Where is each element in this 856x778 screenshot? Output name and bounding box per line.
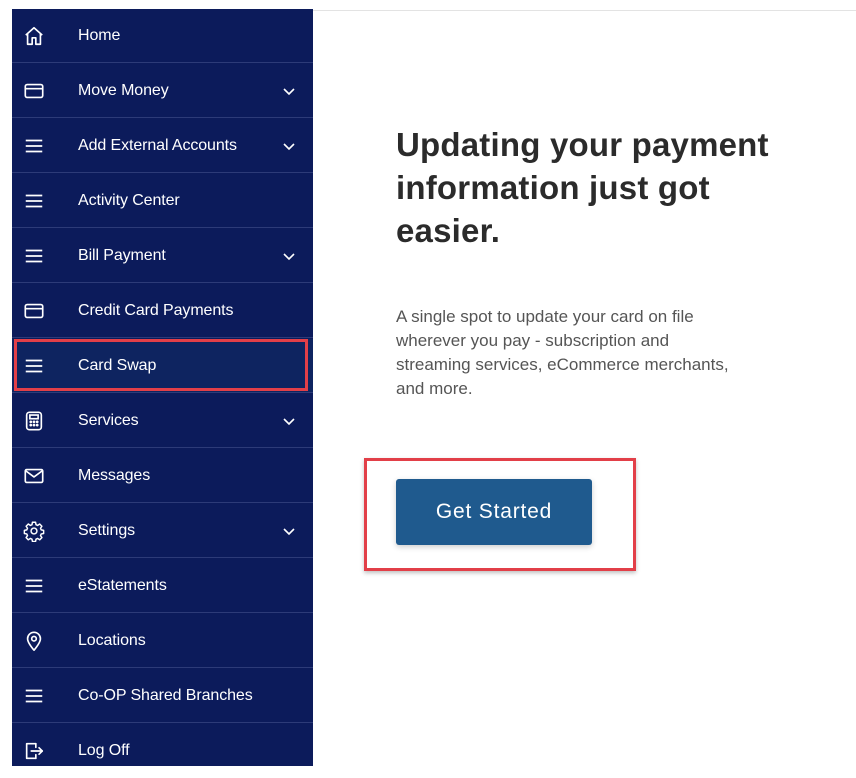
sidebar-item-co-op-shared-branches[interactable]: Co-OP Shared Branches	[12, 669, 313, 723]
sidebar-item-credit-card-payments[interactable]: Credit Card Payments	[12, 284, 313, 338]
sidebar-item-estatements[interactable]: eStatements	[12, 559, 313, 613]
sidebar-item-bill-payment[interactable]: Bill Payment	[12, 229, 313, 283]
sidebar-item-locations[interactable]: Locations	[12, 614, 313, 668]
sidebar-item-services[interactable]: Services	[12, 394, 313, 448]
home-icon	[22, 24, 46, 48]
logout-icon	[22, 739, 46, 763]
sidebar-item-label: eStatements	[78, 576, 167, 594]
sidebar-nav: Home Move Money Add External Accounts Ac…	[12, 9, 313, 766]
top-divider	[313, 10, 856, 11]
sidebar-item-label: Add External Accounts	[78, 136, 237, 154]
menu-icon	[22, 189, 46, 213]
chevron-down-icon[interactable]	[282, 416, 296, 426]
description-line: and more.	[396, 379, 473, 398]
chevron-down-icon[interactable]	[282, 251, 296, 261]
sidebar-item-add-external-accounts[interactable]: Add External Accounts	[12, 119, 313, 173]
sidebar-item-card-swap[interactable]: Card Swap	[12, 339, 313, 393]
sidebar-item-label: Locations	[78, 631, 146, 649]
menu-icon	[22, 354, 46, 378]
description-line: wherever you pay - subscription and	[396, 331, 670, 350]
menu-icon	[22, 574, 46, 598]
chevron-down-icon[interactable]	[282, 86, 296, 96]
card-icon	[22, 299, 46, 323]
sidebar-item-settings[interactable]: Settings	[12, 504, 313, 558]
main-content: Updating your payment information just g…	[396, 123, 836, 252]
menu-icon	[22, 134, 46, 158]
headline-line: information just got	[396, 169, 710, 206]
sidebar-item-label: Card Swap	[78, 356, 157, 374]
sidebar-item-label: Log Off	[78, 742, 130, 759]
sidebar-item-label: Move Money	[78, 81, 169, 99]
sidebar-item-label: Home	[78, 26, 121, 44]
sidebar-item-log-off[interactable]: Log Off	[12, 724, 313, 778]
sidebar-item-home[interactable]: Home	[12, 9, 313, 63]
card-icon	[22, 79, 46, 103]
page-description: A single spot to update your card on fil…	[396, 305, 816, 401]
sidebar-item-label: Services	[78, 411, 139, 429]
get-started-button[interactable]: Get Started	[396, 479, 592, 545]
description-line: streaming services, eCommerce merchants,	[396, 355, 729, 374]
gear-icon	[22, 519, 46, 543]
location-pin-icon	[22, 629, 46, 653]
menu-icon	[22, 684, 46, 708]
sidebar-item-label: Bill Payment	[78, 246, 166, 264]
sidebar-item-label: Settings	[78, 521, 136, 539]
headline-line: easier.	[396, 212, 501, 249]
sidebar-item-label: Activity Center	[78, 191, 180, 209]
sidebar-item-activity-center[interactable]: Activity Center	[12, 174, 313, 228]
headline-line: Updating your payment	[396, 126, 769, 163]
description-line: A single spot to update your card on fil…	[396, 307, 694, 326]
sidebar-item-messages[interactable]: Messages	[12, 449, 313, 503]
sidebar-item-label: Credit Card Payments	[78, 301, 234, 319]
chevron-down-icon[interactable]	[282, 526, 296, 536]
menu-icon	[22, 244, 46, 268]
sidebar-item-label: Co-OP Shared Branches	[78, 686, 253, 704]
chevron-down-icon[interactable]	[282, 141, 296, 151]
envelope-icon	[22, 464, 46, 488]
sidebar-item-label: Messages	[78, 466, 151, 484]
calculator-icon	[22, 409, 46, 433]
page-headline: Updating your payment information just g…	[396, 123, 836, 252]
sidebar-item-move-money[interactable]: Move Money	[12, 64, 313, 118]
